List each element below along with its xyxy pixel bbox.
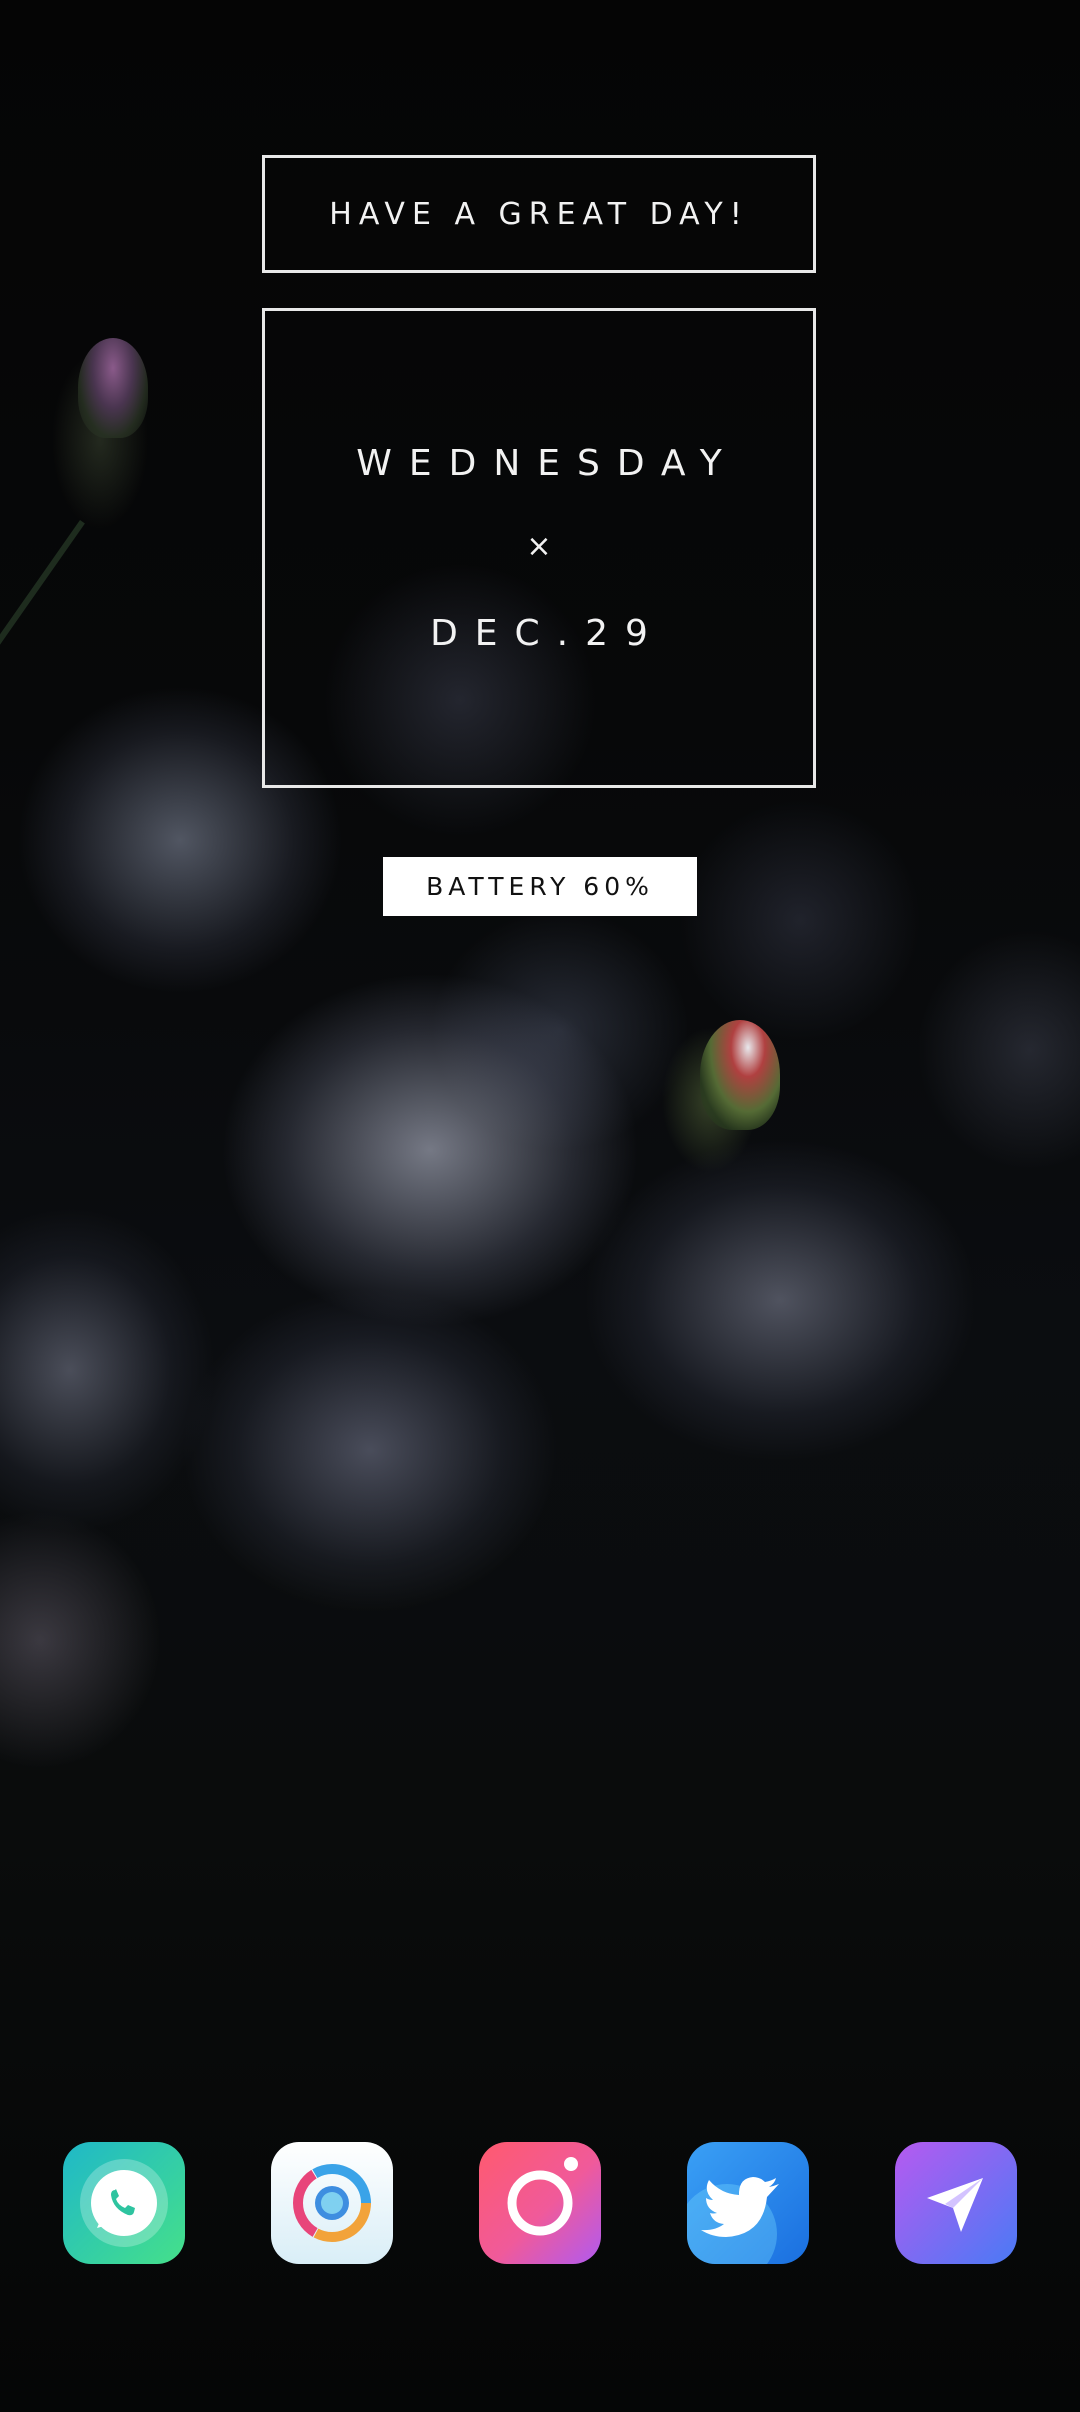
bird-icon xyxy=(687,2142,809,2264)
paper-plane-app-icon[interactable] xyxy=(895,2142,1017,2264)
wallpaper-stem xyxy=(0,520,85,655)
camera-app-icon[interactable] xyxy=(479,2142,601,2264)
phone-icon xyxy=(63,2142,185,2264)
home-screen: HAVE A GREAT DAY! WEDNESDAY × DEC.29 BAT… xyxy=(0,0,1080,2412)
phone-app-icon[interactable] xyxy=(63,2142,185,2264)
weekday-label: WEDNESDAY xyxy=(356,443,739,484)
browser-app-icon[interactable] xyxy=(271,2142,393,2264)
date-label: DEC.29 xyxy=(430,613,665,654)
wallpaper-bud xyxy=(700,1020,780,1130)
greeting-widget[interactable]: HAVE A GREAT DAY! xyxy=(262,155,816,273)
browser-icon xyxy=(271,2142,393,2264)
battery-widget[interactable]: BATTERY 60% xyxy=(383,857,697,916)
date-widget[interactable]: WEDNESDAY × DEC.29 xyxy=(262,308,816,788)
app-dock xyxy=(0,2142,1080,2264)
greeting-text: HAVE A GREAT DAY! xyxy=(329,196,749,232)
paper-plane-icon xyxy=(895,2142,1017,2264)
bird-app-icon[interactable] xyxy=(687,2142,809,2264)
separator-symbol: × xyxy=(526,529,552,564)
wallpaper-bud xyxy=(78,338,148,438)
camera-icon xyxy=(479,2142,601,2264)
battery-label: BATTERY 60% xyxy=(426,872,654,901)
